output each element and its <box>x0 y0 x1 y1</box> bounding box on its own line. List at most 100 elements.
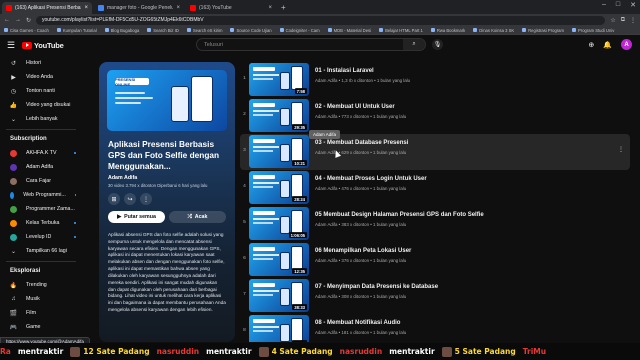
video-thumbnail[interactable]: 38:33 <box>249 279 309 312</box>
minimize-icon[interactable]: – <box>602 1 606 9</box>
sidebar-subscription[interactable]: Kelas Terbuka <box>0 216 82 230</box>
sidebar-subscription[interactable]: ⌄ Tampilkan 66 lagi <box>0 244 82 258</box>
bookmark-item[interactable]: Codeigniter - Cam <box>279 28 320 33</box>
close-icon[interactable]: × <box>176 5 180 11</box>
sidebar-item[interactable]: ♫ Musik <box>0 292 82 306</box>
youtube-logo[interactable]: YouTube <box>22 41 64 50</box>
video-row[interactable]: 4 28:24 04 - Membuat Proses Login Untuk Us… <box>240 170 630 206</box>
video-thumbnail[interactable]: 7:58 <box>249 63 309 96</box>
reload-icon[interactable]: ↻ <box>26 17 31 24</box>
sidebar-subscription[interactable]: Web Programmi... <box>0 188 82 202</box>
thumbnail-graphic <box>291 138 303 162</box>
video-title[interactable]: 07 - Menyimpan Data Presensi ke Database <box>315 284 630 290</box>
bookmark-label: Blog Bugaboga <box>110 27 140 33</box>
thumbnail-graphic <box>253 78 273 80</box>
close-window-icon[interactable]: ✕ <box>630 1 636 9</box>
avatar[interactable]: A <box>621 39 632 50</box>
sidebar-subscription[interactable]: Adam Adifa <box>0 160 82 174</box>
close-icon[interactable]: × <box>84 5 88 11</box>
ticker-text: 12 Sate Padang <box>83 347 150 356</box>
video-thumbnail[interactable]: 29:35 <box>249 99 309 132</box>
video-thumbnail[interactable]: 1:06:05 <box>249 207 309 240</box>
bookmark-favicon-icon <box>522 28 527 32</box>
subscription-label: Programmer Zama... <box>26 206 75 212</box>
sidebar-item[interactable]: ↺ Histori <box>0 56 82 70</box>
mic-icon[interactable]: 🎙 <box>432 39 443 50</box>
sidebar-subscription[interactable]: AKHFA.K TV <box>0 146 82 160</box>
duration-badge: 10:13 <box>292 340 307 342</box>
thumbnail-graphic <box>253 222 273 224</box>
shuffle-button[interactable]: ⤮ Acak <box>169 211 226 223</box>
sidebar-item[interactable]: ◷ Tonton nanti <box>0 84 82 98</box>
bookmark-item[interactable]: Source Code Ujian <box>230 28 272 33</box>
video-title[interactable]: 02 - Membuat UI Untuk User <box>315 104 630 110</box>
sidebar-item[interactable]: ▶ Video Anda <box>0 70 82 84</box>
video-row[interactable]: 3 10:21 03 - Membuat Database Presensi Adam… <box>240 134 630 170</box>
new-tab-button[interactable]: + <box>281 3 286 12</box>
playlist-thumbnail[interactable]: PRESENSI ONLINE <box>107 70 227 131</box>
create-icon[interactable]: ⊕ <box>588 41 594 49</box>
video-title[interactable]: 05 Membuat Design Halaman Presensi GPS d… <box>315 212 630 218</box>
browser-tab[interactable]: (163) Aplikasi Presensi Berbasis × <box>2 2 92 14</box>
google-icon <box>98 5 104 11</box>
play-all-button[interactable]: ▶ Putar semua <box>108 211 165 223</box>
video-title[interactable]: 01 - Instalasi Laravel <box>315 68 630 74</box>
video-thumbnail[interactable]: 10:21 <box>249 135 309 168</box>
video-meta: Adam Adifa • 629 x ditonton • 1 bulan ya… <box>315 150 407 155</box>
video-row[interactable]: 2 29:35 02 - Membuat UI Untuk User Adam Adi… <box>240 98 630 134</box>
maximize-icon[interactable]: □ <box>616 1 620 9</box>
sidebar-subscription[interactable]: Levelup ID <box>0 230 82 244</box>
video-row[interactable]: 1 7:58 01 - Instalasi Laravel Adam Adifa • … <box>240 62 630 98</box>
bookmark-item[interactable]: Belajar HTML Part 1 <box>379 28 423 33</box>
sidebar-item[interactable]: 🔥 Trending <box>0 278 82 292</box>
food-icon <box>70 346 81 357</box>
browser-menu-icon[interactable]: ⋮ <box>630 17 636 24</box>
sidebar-subscription[interactable]: Cara Fajar <box>0 174 82 188</box>
video-row[interactable]: 7 38:33 07 - Menyimpan Data Presensi ke Da… <box>240 278 630 314</box>
bookmark-star-icon[interactable]: ☆ <box>610 17 615 24</box>
more-icon[interactable]: ⋮ <box>140 193 152 205</box>
bookmark-item[interactable]: Cisa Games - Coach <box>4 28 49 33</box>
back-icon[interactable]: ← <box>4 17 10 23</box>
sidebar-item[interactable]: 👍 Video yang disukai <box>0 98 82 112</box>
sidebar-item-label: Histori <box>26 60 42 66</box>
video-row[interactable]: 6 12:35 06 Menampilkan Peta Lokasi User Ada… <box>240 242 630 278</box>
video-row[interactable]: 5 1:06:05 05 Membuat Design Halaman Presen… <box>240 206 630 242</box>
video-title[interactable]: 03 - Membuat Database Presensi <box>315 140 630 146</box>
bookmark-item[interactable]: Kumpulan Tutorial <box>56 28 97 33</box>
bookmark-item[interactable]: Search eS kirim <box>186 28 222 33</box>
bookmark-item[interactable]: Blog Bugaboga <box>104 27 140 33</box>
save-playlist-icon[interactable]: ⊞ <box>108 193 120 205</box>
search-button[interactable]: ⌕ <box>403 39 425 50</box>
video-title[interactable]: 08 - Membuat Notifikasi Audio <box>315 320 630 326</box>
sidebar-item[interactable]: ⌄ Lebih banyak <box>0 112 82 126</box>
video-thumbnail[interactable]: 28:24 <box>249 171 309 204</box>
video-thumbnail[interactable]: 12:35 <box>249 243 309 276</box>
bookmark-item[interactable]: Rwa Bookmark <box>430 28 465 33</box>
playlist-owner[interactable]: Adam Adifa <box>108 175 226 181</box>
extensions-icon[interactable]: ⧉ <box>621 17 625 24</box>
video-row[interactable]: 8 10:13 08 - Membuat Notifikasi Audio Adam … <box>240 314 630 342</box>
menu-icon[interactable]: ☰ <box>7 40 19 51</box>
video-title[interactable]: 04 - Membuat Proses Login Untuk User <box>315 176 630 182</box>
video-thumbnail[interactable]: 10:13 <box>249 315 309 342</box>
search-input[interactable]: Telusuri ⌕ <box>196 38 426 51</box>
sidebar-item[interactable]: 🎬 Film <box>0 306 82 320</box>
browser-tab[interactable]: manager foto - Google Penelusu × <box>94 2 184 14</box>
close-icon[interactable]: × <box>268 5 272 11</box>
video-title[interactable]: 06 Menampilkan Peta Lokasi User <box>315 248 630 254</box>
sidebar-subscription[interactable]: Programmer Zama... <box>0 202 82 216</box>
bookmark-item[interactable]: Search Biz ID <box>147 28 179 33</box>
bookmark-item[interactable]: Program Studi Univ <box>572 28 614 33</box>
bookmark-item[interactable]: Dinas Koinsa 3 SK <box>473 28 514 33</box>
sidebar-item[interactable]: 📰Berita <box>0 334 82 335</box>
more-icon[interactable]: ⋮ <box>618 146 624 153</box>
notifications-icon[interactable]: 🔔 <box>603 41 612 49</box>
forward-icon[interactable]: → <box>15 17 21 23</box>
bookmark-item[interactable]: Registrasi Program <box>522 28 564 33</box>
url-field[interactable]: youtube.com/playlist?list=PLEfM-DF5Cd5U-… <box>36 15 606 25</box>
bookmark-item[interactable]: MDB - Material Desi <box>327 28 371 33</box>
browser-tab[interactable]: (163) YouTube × <box>186 2 276 14</box>
sidebar-item[interactable]: 🎮 Game <box>0 320 82 334</box>
share-icon[interactable]: ↪ <box>124 193 136 205</box>
